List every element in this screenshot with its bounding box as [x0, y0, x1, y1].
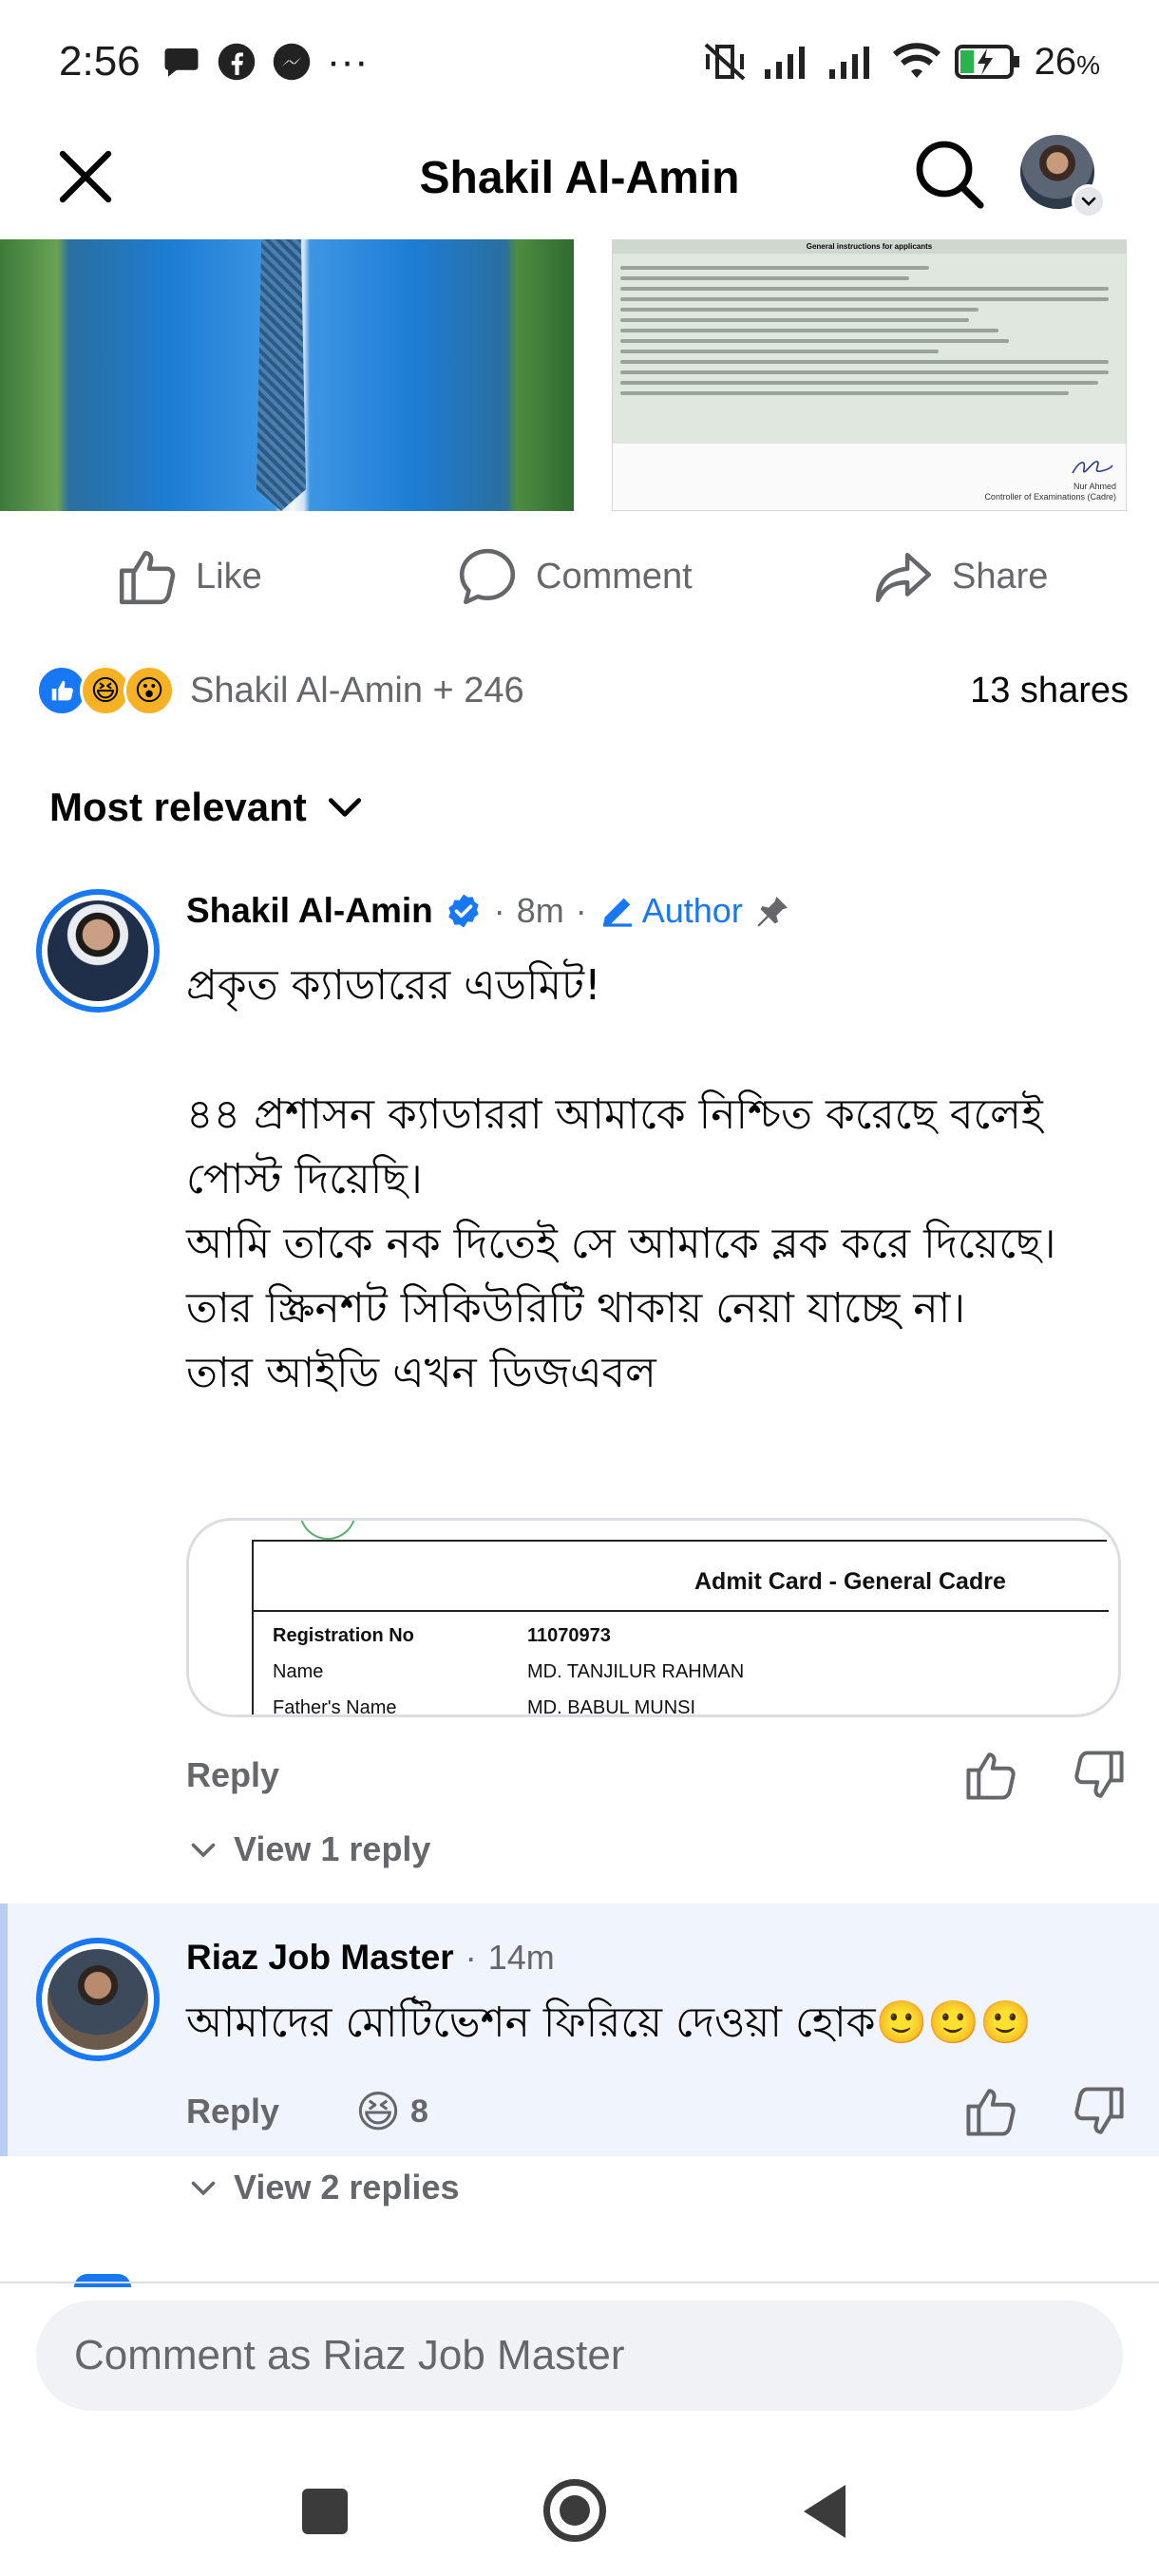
- highlight-indicator: [0, 1904, 8, 2156]
- messenger-icon: [273, 43, 310, 81]
- signature-title: Controller of Examinations (Cadre): [984, 492, 1116, 502]
- comment-time: 14m: [487, 1938, 555, 1977]
- upvote-icon[interactable]: [963, 1748, 1018, 1803]
- view-replies-button[interactable]: View 1 reply: [186, 1829, 430, 1869]
- next-commenter-avatar: [74, 2274, 131, 2287]
- share-arrow-icon: [875, 553, 932, 603]
- haha-reaction-icon: 😆: [355, 2087, 402, 2136]
- status-time: 2:56: [59, 38, 141, 85]
- recent-apps-button[interactable]: [302, 2489, 348, 2534]
- mute-vibrate-icon: [704, 43, 745, 81]
- signal-icon: [764, 47, 805, 79]
- wow-reaction-icon: 😮: [124, 665, 175, 716]
- system-navigation-bar: [0, 2432, 1159, 2576]
- post-photo-document[interactable]: General instructions for applicants Nur …: [612, 239, 1127, 511]
- post-action-bar: Like Comment Share: [0, 532, 1159, 627]
- back-button[interactable]: [804, 2485, 846, 2538]
- chat-bubble-icon: [164, 48, 199, 77]
- admit-card-row: Name MD. TANJILUR RAHMAN: [273, 1661, 745, 1682]
- comment-input[interactable]: Comment as Riaz Job Master: [36, 2301, 1123, 2411]
- home-button[interactable]: [543, 2479, 606, 2542]
- comment-text: আমাদের মোটিভেশন ফিরিয়ে দেওয়া হোক🙂🙂🙂: [186, 1998, 1032, 2047]
- wifi-icon: [892, 43, 940, 78]
- verified-badge-icon: [448, 894, 479, 928]
- search-icon[interactable]: [912, 137, 988, 213]
- chevron-down-icon: [191, 2181, 216, 2196]
- comment-reaction-count[interactable]: 😆 8: [355, 2086, 428, 2137]
- signal-icon-2: [828, 47, 869, 79]
- status-bar: 2:56 ··· 26%: [0, 0, 1159, 123]
- chevron-down-icon: [191, 1843, 216, 1858]
- commenter-name[interactable]: Riaz Job Master: [186, 1938, 454, 1978]
- author-badge: Author: [598, 891, 743, 931]
- comment-sort-dropdown[interactable]: Most relevant: [49, 785, 366, 830]
- downvote-icon[interactable]: [1072, 1748, 1127, 1803]
- post-header: Shakil Al-Amin: [0, 123, 1159, 239]
- chevron-down-icon: [1072, 184, 1106, 218]
- downvote-icon[interactable]: [1072, 2084, 1127, 2139]
- comment-line: ৪৪ প্রশাসন ক্যাডাররা আমাকে নিশ্চিত করেছে…: [186, 1090, 1043, 1203]
- like-button[interactable]: Like: [116, 545, 262, 608]
- comment-time: 8m: [516, 891, 564, 930]
- comment-line: আমি তাকে নক দিতেই সে আমাকে ব্লক করে দিয়…: [186, 1220, 1056, 1333]
- thumbs-up-icon: [119, 550, 176, 605]
- upvote-icon[interactable]: [963, 2084, 1018, 2139]
- pencil-icon: [602, 898, 632, 927]
- comment-line: প্রকৃত ক্যাডারের এডমিট!: [186, 961, 601, 1010]
- reply-button[interactable]: Reply: [186, 1755, 279, 1795]
- document-heading: General instructions for applicants: [613, 240, 1126, 254]
- like-label: Like: [196, 556, 262, 597]
- battery-percent: 26: [1034, 40, 1077, 83]
- share-label: Share: [952, 556, 1049, 597]
- commenter-name[interactable]: Shakil Al-Amin: [186, 891, 433, 931]
- tie-graphic: [256, 239, 306, 511]
- composer-divider: [0, 2282, 1159, 2283]
- profile-avatar-button[interactable]: [1020, 135, 1106, 218]
- admit-card-row: Registration No 11070973: [273, 1625, 611, 1646]
- emblem-icon: [299, 1521, 356, 1540]
- comment-attachment-image[interactable]: Admit Card - General Cadre Registration …: [186, 1518, 1121, 1717]
- chevron-down-icon: [328, 798, 361, 817]
- reply-button[interactable]: Reply: [186, 2092, 279, 2131]
- comment-button[interactable]: Comment: [456, 545, 693, 608]
- comment-bubble-icon: [459, 548, 516, 605]
- signature-icon: [1072, 461, 1113, 474]
- share-button[interactable]: Share: [872, 545, 1048, 608]
- commenter-avatar[interactable]: [36, 1938, 160, 2061]
- commenter-avatar[interactable]: [36, 889, 160, 1013]
- admit-card-row: Father's Name MD. BABUL MUNSI: [273, 1697, 696, 1717]
- comment-text: প্রকৃত ক্যাডারের এডমিট! ৪৪ প্রশাসন ক্যাড…: [186, 954, 1127, 1406]
- admit-card-title: Admit Card - General Cadre: [694, 1568, 1006, 1595]
- signature-name: Nur Ahmed: [1073, 482, 1116, 491]
- battery-unit: %: [1076, 49, 1100, 80]
- comment-input-placeholder: Comment as Riaz Job Master: [74, 2332, 625, 2378]
- reaction-summary-text: Shakil Al-Amin + 246: [190, 670, 524, 710]
- pin-icon: [757, 897, 788, 927]
- document-body: [613, 254, 1126, 444]
- more-notifications: ···: [326, 38, 369, 85]
- document-signature: Nur Ahmed Controller of Examinations (Ca…: [984, 454, 1116, 502]
- sort-label: Most relevant: [49, 785, 307, 829]
- post-photo-suit[interactable]: [0, 239, 574, 511]
- comment-label: Comment: [536, 556, 693, 597]
- reactions-summary[interactable]: 😆 😮 Shakil Al-Amin + 246 13 shares: [36, 655, 1129, 726]
- comment-line: তার আইডি এখন ডিজএবল: [186, 1349, 656, 1397]
- facebook-icon: [218, 43, 255, 81]
- view-replies-button[interactable]: View 2 replies: [186, 2168, 459, 2207]
- shares-count[interactable]: 13 shares: [970, 671, 1129, 711]
- post-media: General instructions for applicants Nur …: [0, 239, 1159, 511]
- battery-charging-icon: [954, 45, 1019, 79]
